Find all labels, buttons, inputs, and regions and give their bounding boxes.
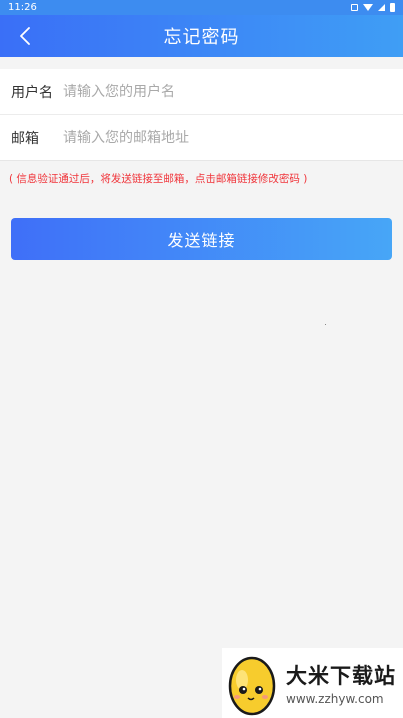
page-title: 忘记密码 xyxy=(163,27,240,48)
watermark-text: 大米下载站 www.zzhyw.com xyxy=(286,660,396,706)
username-row: 用户名 xyxy=(0,69,403,115)
email-row: 邮箱 xyxy=(0,115,403,161)
status-bar: 11:26 xyxy=(0,0,403,15)
egg-mascot-logo xyxy=(228,656,276,716)
forgot-password-form: 用户名 邮箱 xyxy=(0,69,403,161)
watermark: 大米下载站 www.zzhyw.com xyxy=(222,648,403,718)
stray-dot xyxy=(325,324,326,325)
username-label: 用户名 xyxy=(11,84,53,101)
username-input[interactable] xyxy=(63,69,403,114)
send-link-button[interactable]: 发送链接 xyxy=(11,218,392,260)
wifi-icon xyxy=(363,4,373,11)
signal-icon xyxy=(378,4,385,11)
verification-hint: ( 信息验证通过后，将发送链接至邮箱，点击邮箱链接修改密码 ) xyxy=(9,173,308,185)
watermark-url: www.zzhyw.com xyxy=(286,692,384,706)
email-input[interactable] xyxy=(63,115,403,160)
status-time: 11:26 xyxy=(8,2,37,13)
vibrate-icon xyxy=(351,4,358,11)
email-label: 邮箱 xyxy=(11,130,39,147)
status-icons xyxy=(351,3,395,12)
back-button[interactable] xyxy=(10,15,40,57)
battery-icon xyxy=(390,3,395,12)
watermark-name: 大米下载站 xyxy=(286,664,396,688)
chevron-left-icon xyxy=(20,27,30,45)
app-bar: 忘记密码 xyxy=(0,15,403,57)
